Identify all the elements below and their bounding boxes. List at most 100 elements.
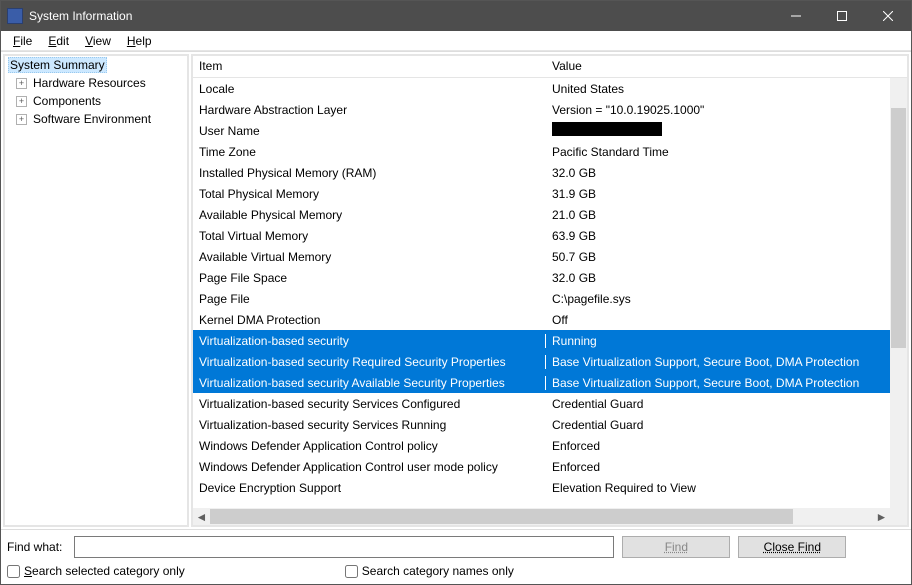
cell-value: Base Virtualization Support, Secure Boot… [546, 376, 891, 390]
table-row[interactable]: Time ZonePacific Standard Time [193, 141, 891, 162]
expand-icon[interactable]: + [16, 114, 27, 125]
expand-icon[interactable]: + [16, 78, 27, 89]
window-controls [773, 1, 911, 31]
tree-item-software-environment[interactable]: + Software Environment [5, 110, 187, 128]
cell-value: 31.9 GB [546, 187, 891, 201]
table-row[interactable]: LocaleUnited States [193, 78, 891, 99]
table-row[interactable]: Available Physical Memory21.0 GB [193, 204, 891, 225]
table-row[interactable]: User Name [193, 120, 891, 141]
table-row[interactable]: Kernel DMA ProtectionOff [193, 309, 891, 330]
cell-value: C:\pagefile.sys [546, 292, 891, 306]
app-icon [7, 8, 23, 24]
maximize-button[interactable] [819, 1, 865, 31]
cell-item: Windows Defender Application Control pol… [193, 439, 546, 453]
cell-value: Enforced [546, 439, 891, 453]
cell-item: Virtualization-based security Services C… [193, 397, 546, 411]
cell-value: Version = "10.0.19025.1000" [546, 103, 891, 117]
menu-view[interactable]: View [77, 32, 119, 50]
list-body[interactable]: LocaleUnited StatesHardware Abstraction … [193, 78, 907, 508]
menubar: File Edit View Help [1, 31, 911, 51]
cell-value: 50.7 GB [546, 250, 891, 264]
menu-file[interactable]: File [5, 32, 40, 50]
checkbox[interactable] [7, 565, 20, 578]
cell-item: Page File [193, 292, 546, 306]
menu-help[interactable]: Help [119, 32, 160, 50]
cell-item: Device Encryption Support [193, 481, 546, 495]
check-category-names[interactable]: Search category names only [345, 564, 514, 578]
tree-item-system-summary[interactable]: System Summary [5, 56, 187, 74]
cell-item: User Name [193, 124, 546, 138]
app-window: System Information File Edit View Help S… [0, 0, 912, 585]
cell-value: 32.0 GB [546, 271, 891, 285]
table-row[interactable]: Available Virtual Memory50.7 GB [193, 246, 891, 267]
scroll-right-button[interactable]: ► [873, 508, 890, 525]
cell-value: United States [546, 82, 891, 96]
cell-item: Page File Space [193, 271, 546, 285]
cell-item: Virtualization-based security Available … [193, 376, 546, 390]
table-row[interactable]: Virtualization-based security Services R… [193, 414, 891, 435]
cell-item: Virtualization-based security Services R… [193, 418, 546, 432]
cell-item: Locale [193, 82, 546, 96]
expand-icon[interactable]: + [16, 96, 27, 107]
cell-item: Hardware Abstraction Layer [193, 103, 546, 117]
cell-value: 32.0 GB [546, 166, 891, 180]
table-row[interactable]: Windows Defender Application Control use… [193, 456, 891, 477]
cell-value: Elevation Required to View [546, 481, 891, 495]
table-row[interactable]: Virtualization-based security Services C… [193, 393, 891, 414]
cell-item: Windows Defender Application Control use… [193, 460, 546, 474]
cell-item: Available Virtual Memory [193, 250, 546, 264]
cell-item: Available Physical Memory [193, 208, 546, 222]
scroll-corner [890, 491, 907, 508]
cell-item: Installed Physical Memory (RAM) [193, 166, 546, 180]
close-find-button[interactable]: Close Find [738, 536, 846, 558]
minimize-button[interactable] [773, 1, 819, 31]
table-row[interactable]: Windows Defender Application Control pol… [193, 435, 891, 456]
table-row[interactable]: Virtualization-based security Required S… [193, 351, 891, 372]
vertical-scrollbar[interactable] [890, 78, 907, 491]
table-row[interactable]: Total Virtual Memory63.9 GB [193, 225, 891, 246]
cell-value: Base Virtualization Support, Secure Boot… [546, 355, 891, 369]
check-selected-category[interactable]: Search selected category only [7, 564, 185, 578]
scrollbar-thumb[interactable] [210, 509, 793, 524]
find-input[interactable] [74, 536, 614, 558]
list-header: Item Value [193, 56, 907, 78]
find-button[interactable]: Find [622, 536, 730, 558]
table-row[interactable]: Virtualization-based security Available … [193, 372, 891, 393]
table-row[interactable]: Page File Space32.0 GB [193, 267, 891, 288]
table-row[interactable]: Page FileC:\pagefile.sys [193, 288, 891, 309]
find-options: Search selected category only Search cat… [1, 562, 911, 584]
window-title: System Information [29, 9, 773, 23]
cell-value: Enforced [546, 460, 891, 474]
cell-item: Time Zone [193, 145, 546, 159]
cell-value: Credential Guard [546, 397, 891, 411]
category-tree[interactable]: System Summary + Hardware Resources + Co… [3, 54, 189, 527]
cell-value: Credential Guard [546, 418, 891, 432]
column-header-item[interactable]: Item [193, 56, 546, 77]
find-bar: Find what: Find Close Find [1, 529, 911, 562]
checkbox[interactable] [345, 565, 358, 578]
table-row[interactable]: Virtualization-based securityRunning [193, 330, 891, 351]
titlebar[interactable]: System Information [1, 1, 911, 31]
table-row[interactable]: Total Physical Memory31.9 GB [193, 183, 891, 204]
redacted-value [552, 122, 662, 136]
cell-value: 63.9 GB [546, 229, 891, 243]
scroll-left-button[interactable]: ◄ [193, 508, 210, 525]
find-label: Find what: [7, 540, 66, 554]
table-row[interactable]: Hardware Abstraction LayerVersion = "10.… [193, 99, 891, 120]
table-row[interactable]: Installed Physical Memory (RAM)32.0 GB [193, 162, 891, 183]
tree-item-components[interactable]: + Components [5, 92, 187, 110]
column-header-value[interactable]: Value [546, 56, 907, 77]
tree-item-hardware-resources[interactable]: + Hardware Resources [5, 74, 187, 92]
horizontal-scrollbar[interactable]: ◄ ► [193, 508, 907, 525]
cell-item: Total Physical Memory [193, 187, 546, 201]
main-split: System Summary + Hardware Resources + Co… [1, 51, 911, 529]
cell-value: Pacific Standard Time [546, 145, 891, 159]
cell-value: Off [546, 313, 891, 327]
cell-item: Virtualization-based security [193, 334, 546, 348]
cell-value: 21.0 GB [546, 208, 891, 222]
cell-item: Total Virtual Memory [193, 229, 546, 243]
menu-edit[interactable]: Edit [40, 32, 77, 50]
scrollbar-thumb[interactable] [891, 108, 906, 348]
table-row[interactable]: Device Encryption SupportElevation Requi… [193, 477, 891, 498]
close-button[interactable] [865, 1, 911, 31]
